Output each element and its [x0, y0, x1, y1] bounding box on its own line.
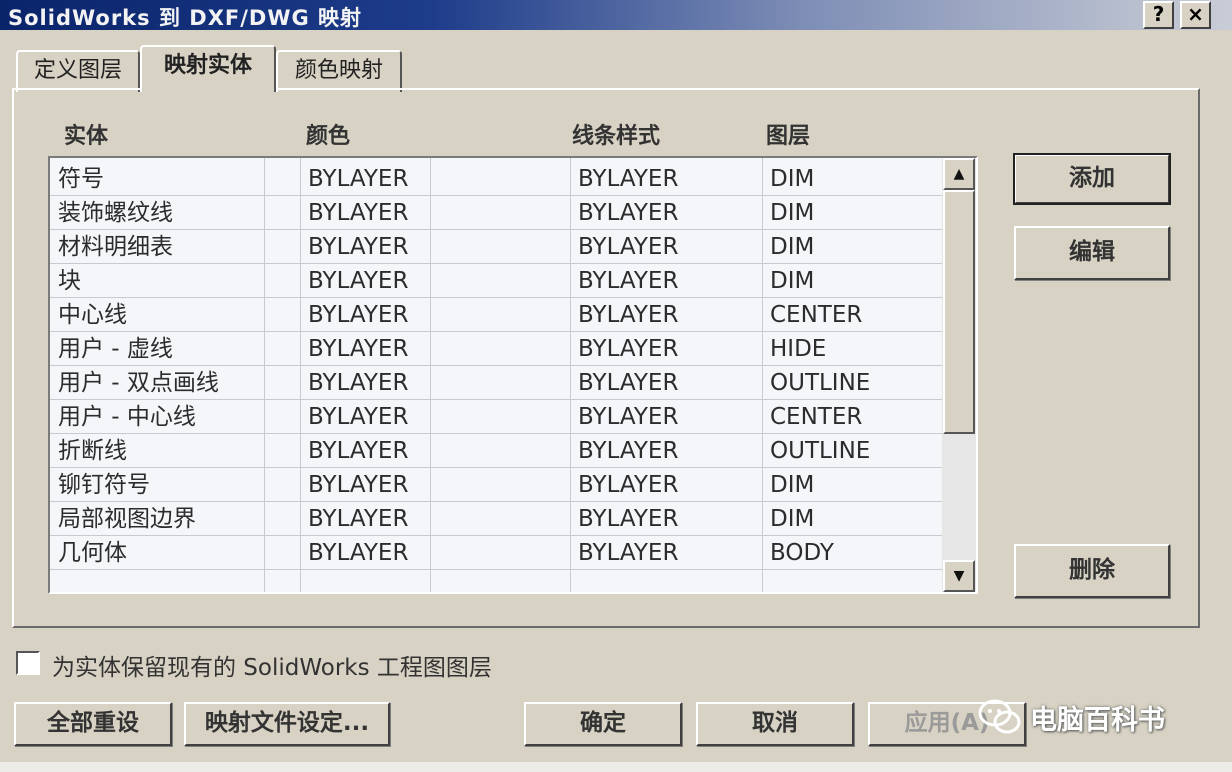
column-header-layer: 图层: [766, 124, 811, 149]
column-header-linestyle: 线条样式: [572, 124, 661, 149]
cell-entity: 用户 - 双点画线: [58, 370, 219, 396]
table-row[interactable]: 符号 BYLAYER BYLAYER DIM: [50, 162, 942, 196]
cell-layer: OUTLINE: [770, 370, 871, 396]
table-row[interactable]: 用户 - 虚线 BYLAYER BYLAYER HIDE: [50, 332, 942, 366]
cell-color: BYLAYER: [308, 302, 409, 328]
cell-color: BYLAYER: [308, 336, 409, 362]
cell-linestyle: BYLAYER: [578, 336, 679, 362]
table-row[interactable]: 块 BYLAYER BYLAYER DIM: [50, 264, 942, 298]
title-bar: SolidWorks 到 DXF/DWG 映射 ? ×: [0, 0, 1232, 30]
table-row[interactable]: 中心线 BYLAYER BYLAYER CENTER: [50, 298, 942, 332]
tab-define-layers[interactable]: 定义图层: [16, 50, 140, 92]
column-header-color: 颜色: [306, 124, 351, 149]
watermark: 电脑百科书: [978, 693, 1165, 741]
cancel-button[interactable]: 取消: [696, 702, 854, 746]
cell-entity: 材料明细表: [58, 234, 173, 260]
cell-linestyle: BYLAYER: [578, 302, 679, 328]
cell-layer: OUTLINE: [770, 438, 871, 464]
table-row[interactable]: 用户 - 双点画线 BYLAYER BYLAYER OUTLINE: [50, 366, 942, 400]
cell-layer: DIM: [770, 166, 815, 192]
cell-entity: 装饰螺纹线: [58, 200, 173, 226]
add-button[interactable]: 添加: [1013, 153, 1171, 205]
cell-color: BYLAYER: [308, 268, 409, 294]
cell-linestyle: BYLAYER: [578, 166, 679, 192]
cell-linestyle: BYLAYER: [578, 540, 679, 566]
cell-linestyle: BYLAYER: [578, 268, 679, 294]
scroll-up-icon[interactable]: ▲: [943, 158, 975, 190]
table-row[interactable]: 铆钉符号 BYLAYER BYLAYER DIM: [50, 468, 942, 502]
wechat-icon: [978, 699, 1021, 734]
ok-button[interactable]: 确定: [524, 702, 682, 746]
window-title: SolidWorks 到 DXF/DWG 映射: [8, 6, 363, 30]
cell-layer: DIM: [770, 472, 815, 498]
cell-layer: CENTER: [770, 302, 863, 328]
cell-layer: DIM: [770, 506, 815, 532]
cell-layer: BODY: [770, 540, 834, 566]
cell-entity: 用户 - 中心线: [58, 404, 196, 430]
cell-entity: 用户 - 虚线: [58, 336, 173, 362]
tab-map-entities[interactable]: 映射实体: [140, 45, 276, 92]
cell-entity: 铆钉符号: [58, 472, 150, 498]
scroll-down-icon[interactable]: ▼: [943, 560, 975, 592]
scrollbar-thumb[interactable]: [943, 190, 975, 434]
table-row[interactable]: 材料明细表 BYLAYER BYLAYER DIM: [50, 230, 942, 264]
cell-color: BYLAYER: [308, 540, 409, 566]
cell-entity: 块: [58, 268, 81, 294]
cell-layer: DIM: [770, 234, 815, 260]
cell-entity: 中心线: [58, 302, 127, 328]
cell-linestyle: BYLAYER: [578, 234, 679, 260]
edit-button[interactable]: 编辑: [1014, 226, 1170, 280]
keep-layers-checkbox[interactable]: [16, 651, 40, 675]
help-button[interactable]: ?: [1143, 1, 1174, 29]
keep-layers-label: 为实体保留现有的 SolidWorks 工程图图层: [52, 655, 492, 681]
table-row[interactable]: 装饰螺纹线 BYLAYER BYLAYER DIM: [50, 196, 942, 230]
close-button[interactable]: ×: [1180, 1, 1211, 29]
cell-color: BYLAYER: [308, 506, 409, 532]
cell-entity: 折断线: [58, 438, 127, 464]
column-header-entity: 实体: [64, 124, 109, 149]
map-file-settings-button[interactable]: 映射文件设定...: [184, 702, 390, 746]
tab-color-mapping[interactable]: 颜色映射: [276, 50, 402, 92]
vertical-scrollbar[interactable]: ▲ ▼: [942, 158, 976, 592]
cell-color: BYLAYER: [308, 438, 409, 464]
table-row[interactable]: 几何体 BYLAYER BYLAYER BODY: [50, 536, 942, 570]
cell-linestyle: BYLAYER: [578, 506, 679, 532]
cell-linestyle: BYLAYER: [578, 438, 679, 464]
cell-layer: DIM: [770, 200, 815, 226]
table-row[interactable]: 局部视图边界 BYLAYER BYLAYER DIM: [50, 502, 942, 536]
cell-entity: 几何体: [58, 540, 127, 566]
bottom-strip: [0, 762, 1232, 772]
cell-layer: DIM: [770, 268, 815, 294]
entity-mapping-list[interactable]: 符号 BYLAYER BYLAYER DIM 装饰螺纹线 BYLAYER BYLAYER DI…: [48, 156, 978, 594]
cell-color: BYLAYER: [308, 472, 409, 498]
delete-button[interactable]: 删除: [1014, 544, 1170, 598]
cell-linestyle: BYLAYER: [578, 370, 679, 396]
table-row[interactable]: 用户 - 中心线 BYLAYER BYLAYER CENTER: [50, 400, 942, 434]
cell-layer: CENTER: [770, 404, 863, 430]
cell-linestyle: BYLAYER: [578, 200, 679, 226]
cell-color: BYLAYER: [308, 166, 409, 192]
cell-color: BYLAYER: [308, 200, 409, 226]
cell-color: BYLAYER: [308, 404, 409, 430]
cell-color: BYLAYER: [308, 234, 409, 260]
cell-entity: 局部视图边界: [58, 506, 196, 532]
reset-all-button[interactable]: 全部重设: [14, 702, 172, 746]
cell-entity: 符号: [58, 166, 104, 192]
table-row[interactable]: 折断线 BYLAYER BYLAYER OUTLINE: [50, 434, 942, 468]
watermark-text: 电脑百科书: [1030, 704, 1165, 736]
cell-color: BYLAYER: [308, 370, 409, 396]
cell-linestyle: BYLAYER: [578, 472, 679, 498]
cell-layer: HIDE: [770, 336, 827, 362]
cell-linestyle: BYLAYER: [578, 404, 679, 430]
